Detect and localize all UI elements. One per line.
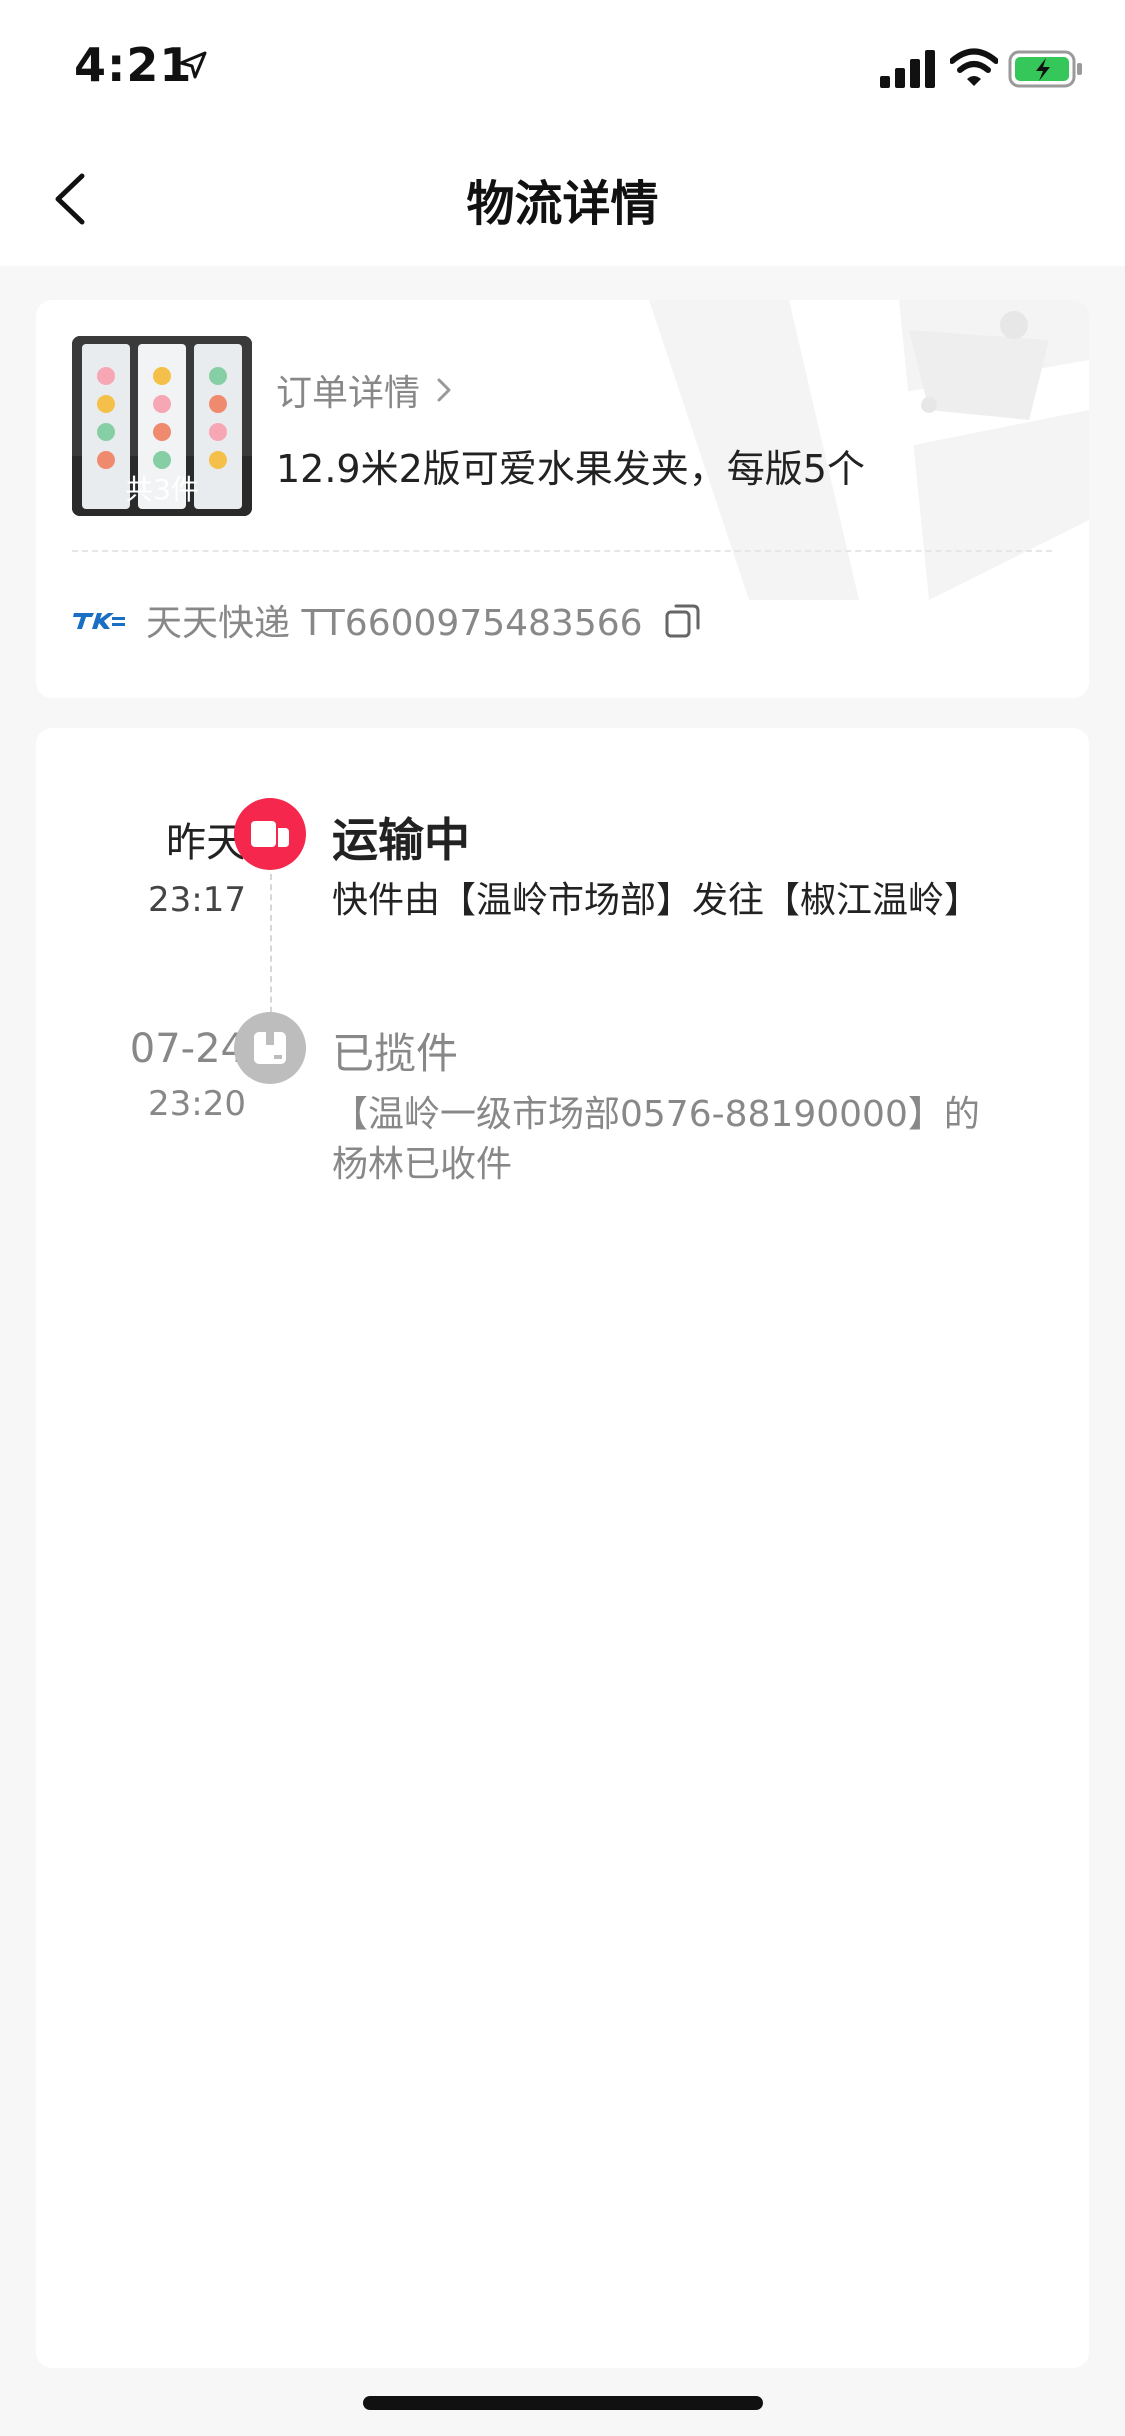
- location-arrow-icon: [179, 51, 207, 79]
- tracking-number: 天天快递 TT6600975483566: [146, 603, 643, 644]
- chevron-right-icon: [437, 378, 451, 402]
- divider: [72, 550, 1052, 552]
- event-1-date: 昨天: [166, 820, 246, 866]
- carrier-logo-icon: [73, 613, 125, 629]
- event-1-status: 运输中: [332, 813, 470, 867]
- event-2-datetime: 07-24 23:20: [96, 1026, 246, 1124]
- status-bar: 4:21: [0, 0, 1125, 132]
- status-time: 4:21: [74, 38, 193, 92]
- wifi-icon: [950, 48, 998, 86]
- tracking-card: 昨天 23:17 运输中 快件由【温岭市场部】发往【椒江温岭】 07-24 23…: [36, 728, 1089, 2368]
- event-2-status: 已揽件: [332, 1029, 459, 1078]
- event-2-date: 07-24: [129, 1026, 246, 1072]
- home-indicator: [363, 2396, 763, 2410]
- event-1-datetime: 昨天 23:17: [96, 810, 246, 920]
- order-card: 共3件 订单详情 12.9米2版可爱水果发夹，每版5个 天天快递 TT66009…: [36, 300, 1089, 698]
- item-count-label: 共3件: [125, 473, 199, 506]
- event-2-description: 【温岭一级市场部0576-88190000】的杨林已收件: [332, 1094, 980, 1185]
- product-name: 12.9米2版可爱水果发夹，每版5个: [276, 447, 865, 491]
- event-2-time: 23:20: [148, 1084, 246, 1124]
- event-1-time: 23:17: [148, 880, 246, 920]
- copy-icon[interactable]: [663, 600, 703, 640]
- carrier-row: 天天快递 TT6600975483566: [72, 590, 703, 650]
- cellular-signal-icon: [880, 50, 935, 88]
- nav-bar: 物流详情: [0, 132, 1125, 266]
- truck-icon: [234, 798, 306, 870]
- order-detail-link[interactable]: 订单详情: [276, 364, 454, 416]
- event-1-description: 快件由【温岭市场部】发往【椒江温岭】: [332, 880, 981, 921]
- order-detail-label: 订单详情: [276, 373, 421, 414]
- package-icon: [234, 1012, 306, 1084]
- product-thumbnail[interactable]: 共3件: [72, 336, 252, 516]
- page-title: 物流详情: [466, 176, 659, 232]
- battery-charging-icon: [1008, 50, 1082, 88]
